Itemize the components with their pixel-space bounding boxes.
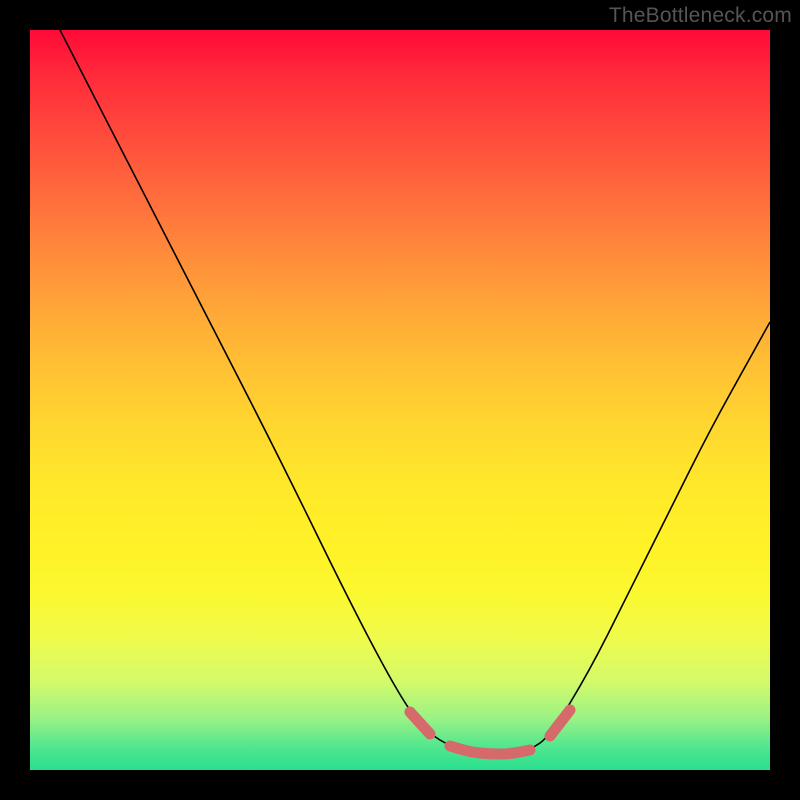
chart-svg xyxy=(30,30,770,770)
valley-highlight-left xyxy=(410,712,430,734)
chart-frame: TheBottleneck.com xyxy=(0,0,800,800)
valley-highlight-right xyxy=(550,710,570,736)
valley-highlight-mid xyxy=(450,746,530,754)
watermark-text: TheBottleneck.com xyxy=(609,4,792,28)
bottleneck-curve xyxy=(60,30,770,754)
plot-area xyxy=(30,30,770,770)
